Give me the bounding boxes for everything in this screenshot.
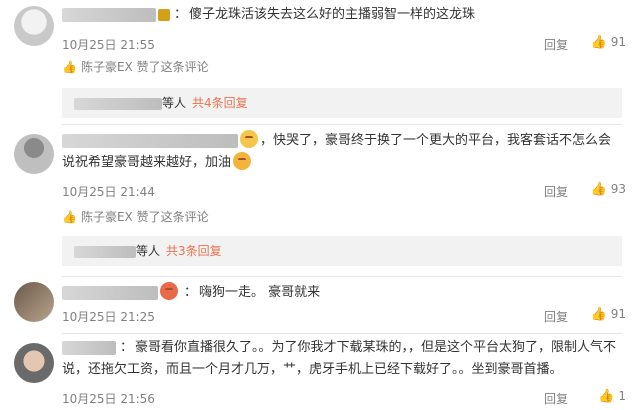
avatar[interactable] — [14, 6, 54, 46]
comment-body-line1: ，快哭了，豪哥终于换了一个更大的平台，我客套话不怎么会 — [260, 133, 612, 148]
comment-body-line2: 说，还拖欠工资，而且一个月才几万，艹，虎牙手机上已经下载好了。。坐到豪哥首播。 — [62, 362, 563, 377]
more-replies-link[interactable]: 共4条回复 — [192, 96, 248, 110]
thumbs-up-icon: 👍 — [590, 182, 607, 197]
avatar[interactable] — [14, 282, 54, 322]
reply-button[interactable]: 回复 — [544, 36, 568, 53]
thumbs-up-icon: 👍 — [598, 389, 615, 404]
like-button[interactable]: 👍 91 — [591, 35, 626, 50]
sub-reply-usernames[interactable] — [74, 97, 162, 110]
username[interactable] — [62, 7, 156, 22]
timestamp: 10月25日 21:44 — [62, 185, 155, 199]
more-replies-link[interactable]: 共3条回复 — [166, 244, 222, 258]
timestamp: 10月25日 21:55 — [62, 38, 155, 52]
comment-body-line1: 豪哥看你直播很久了。。为了你我才下载某珠的，，但是这个平台太狗了，限制人气不 — [135, 340, 617, 355]
divider — [62, 276, 622, 277]
comment-text: ：豪哥看你直播很久了。。为了你我才下载某珠的，，但是这个平台太狗了，限制人气不 … — [62, 340, 617, 377]
username[interactable] — [62, 340, 116, 355]
emoji-icon — [240, 130, 258, 148]
comment-body: 傻子龙珠活该失去这么好的主播弱智一样的这龙珠 — [189, 7, 476, 22]
timestamp: 10月25日 21:25 — [62, 310, 155, 324]
comment-text: ：傻子龙珠活该失去这么好的主播弱智一样的这龙珠 — [62, 4, 475, 26]
comment-text: ，快哭了，豪哥终于换了一个更大的平台，我客套话不怎么会 说祝希望豪哥越来越好，加… — [62, 130, 622, 174]
praise-line: 👍 陈子豪EX 赞了这条评论 — [62, 210, 209, 224]
avatar[interactable] — [14, 134, 54, 174]
comment-body: 嗨狗一走。 豪哥就来 — [199, 285, 321, 300]
emoji-icon — [160, 282, 178, 300]
thumbs-up-icon: 👍 — [590, 307, 607, 322]
username[interactable] — [62, 133, 238, 148]
timestamp: 10月25日 21:56 — [62, 392, 155, 406]
sub-replies-bar: 等人 共4条回复 — [62, 88, 622, 118]
reply-button[interactable]: 回复 — [544, 308, 568, 325]
emoji-icon — [233, 152, 252, 170]
sub-replies-bar: 等人 共3条回复 — [62, 236, 622, 266]
reply-button[interactable]: 回复 — [544, 390, 568, 407]
like-button[interactable]: 👍 91 — [591, 307, 626, 322]
comment-text: ：嗨狗一走。 豪哥就来 — [62, 282, 320, 304]
reply-button[interactable]: 回复 — [544, 183, 568, 200]
thumbs-up-outline-icon: 👍 — [62, 210, 77, 224]
divider — [62, 124, 622, 125]
divider — [62, 333, 622, 334]
thumbs-up-icon: 👍 — [590, 35, 607, 50]
thumbs-up-outline-icon: 👍 — [62, 60, 77, 74]
praise-line: 👍 陈子豪EX 赞了这条评论 — [62, 60, 209, 74]
like-button[interactable]: 👍 1 — [598, 389, 626, 404]
comment-body-line2: 说祝希望豪哥越来越好，加油 — [62, 155, 232, 170]
like-button[interactable]: 👍 93 — [591, 182, 626, 197]
badge-icon — [158, 8, 170, 21]
username[interactable] — [62, 285, 158, 300]
sub-reply-usernames[interactable] — [74, 245, 136, 258]
avatar[interactable] — [14, 343, 54, 383]
